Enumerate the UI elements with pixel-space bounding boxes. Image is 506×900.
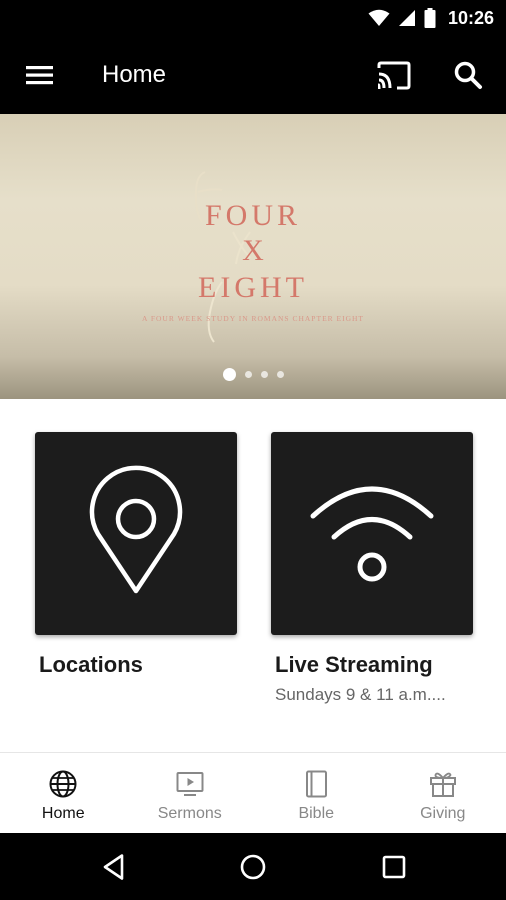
status-icons: 10:26 (368, 6, 494, 30)
banner-subtitle: A FOUR WEEK STUDY IN ROMANS CHAPTER EIGH… (142, 314, 364, 323)
wifi-signal-icon (310, 486, 434, 582)
banner-artwork: FOUR X EIGHT A FOUR WEEK STUDY IN ROMANS… (142, 171, 364, 343)
cast-icon (377, 61, 411, 90)
search-icon (454, 61, 482, 89)
nav-bible[interactable]: Bible (253, 753, 380, 833)
home-circle-icon (240, 854, 266, 880)
cast-button[interactable] (376, 60, 412, 92)
page-title: Home (102, 61, 167, 88)
carousel-dot[interactable] (276, 371, 284, 378)
hamburger-menu-icon (26, 66, 53, 85)
hero-banner[interactable]: FOUR X EIGHT A FOUR WEEK STUDY IN ROMANS… (0, 114, 506, 399)
nav-bible-label: Bible (298, 805, 335, 822)
globe-icon (49, 770, 77, 798)
nav-giving[interactable]: Giving (380, 753, 506, 833)
carousel-dot-active[interactable] (222, 368, 236, 381)
recents-square-icon (382, 855, 406, 879)
nav-sermons-label: Sermons (157, 805, 222, 822)
cell-signal-icon (398, 10, 415, 26)
locations-card[interactable] (35, 432, 237, 635)
live-streaming-subtitle: Sundays 9 & 11 a.m.... (275, 685, 446, 704)
system-back-button[interactable] (99, 852, 129, 882)
bottom-navigation: Home Sermons Bible Giving (0, 752, 506, 833)
status-time: 10:26 (447, 7, 494, 28)
app-bar: Home (0, 36, 506, 114)
system-navigation-bar (0, 833, 506, 900)
tv-play-icon (176, 772, 204, 796)
locations-title: Locations (39, 652, 143, 677)
location-pin-icon (89, 465, 183, 594)
live-streaming-title: Live Streaming (275, 652, 433, 677)
live-streaming-card[interactable] (271, 432, 473, 635)
carousel-dot[interactable] (244, 371, 252, 378)
system-recents-button[interactable] (379, 852, 409, 882)
nav-sermons[interactable]: Sermons (127, 753, 254, 833)
banner-line-four: FOUR (205, 199, 301, 232)
menu-button[interactable] (22, 61, 58, 91)
book-icon (306, 770, 328, 798)
system-home-button[interactable] (238, 852, 268, 882)
banner-line-x: X (242, 234, 264, 267)
wifi-status-icon (368, 9, 390, 26)
status-bar: 10:26 (0, 0, 506, 36)
search-button[interactable] (452, 58, 484, 92)
back-triangle-icon (103, 854, 124, 880)
gift-icon (429, 772, 456, 797)
carousel-pager (0, 368, 506, 381)
nav-giving-label: Giving (420, 805, 466, 822)
carousel-dot[interactable] (260, 371, 268, 378)
battery-icon (424, 8, 436, 28)
nav-home[interactable]: Home (0, 753, 127, 833)
banner-line-eight: EIGHT (198, 271, 308, 304)
nav-home-label: Home (41, 805, 85, 822)
